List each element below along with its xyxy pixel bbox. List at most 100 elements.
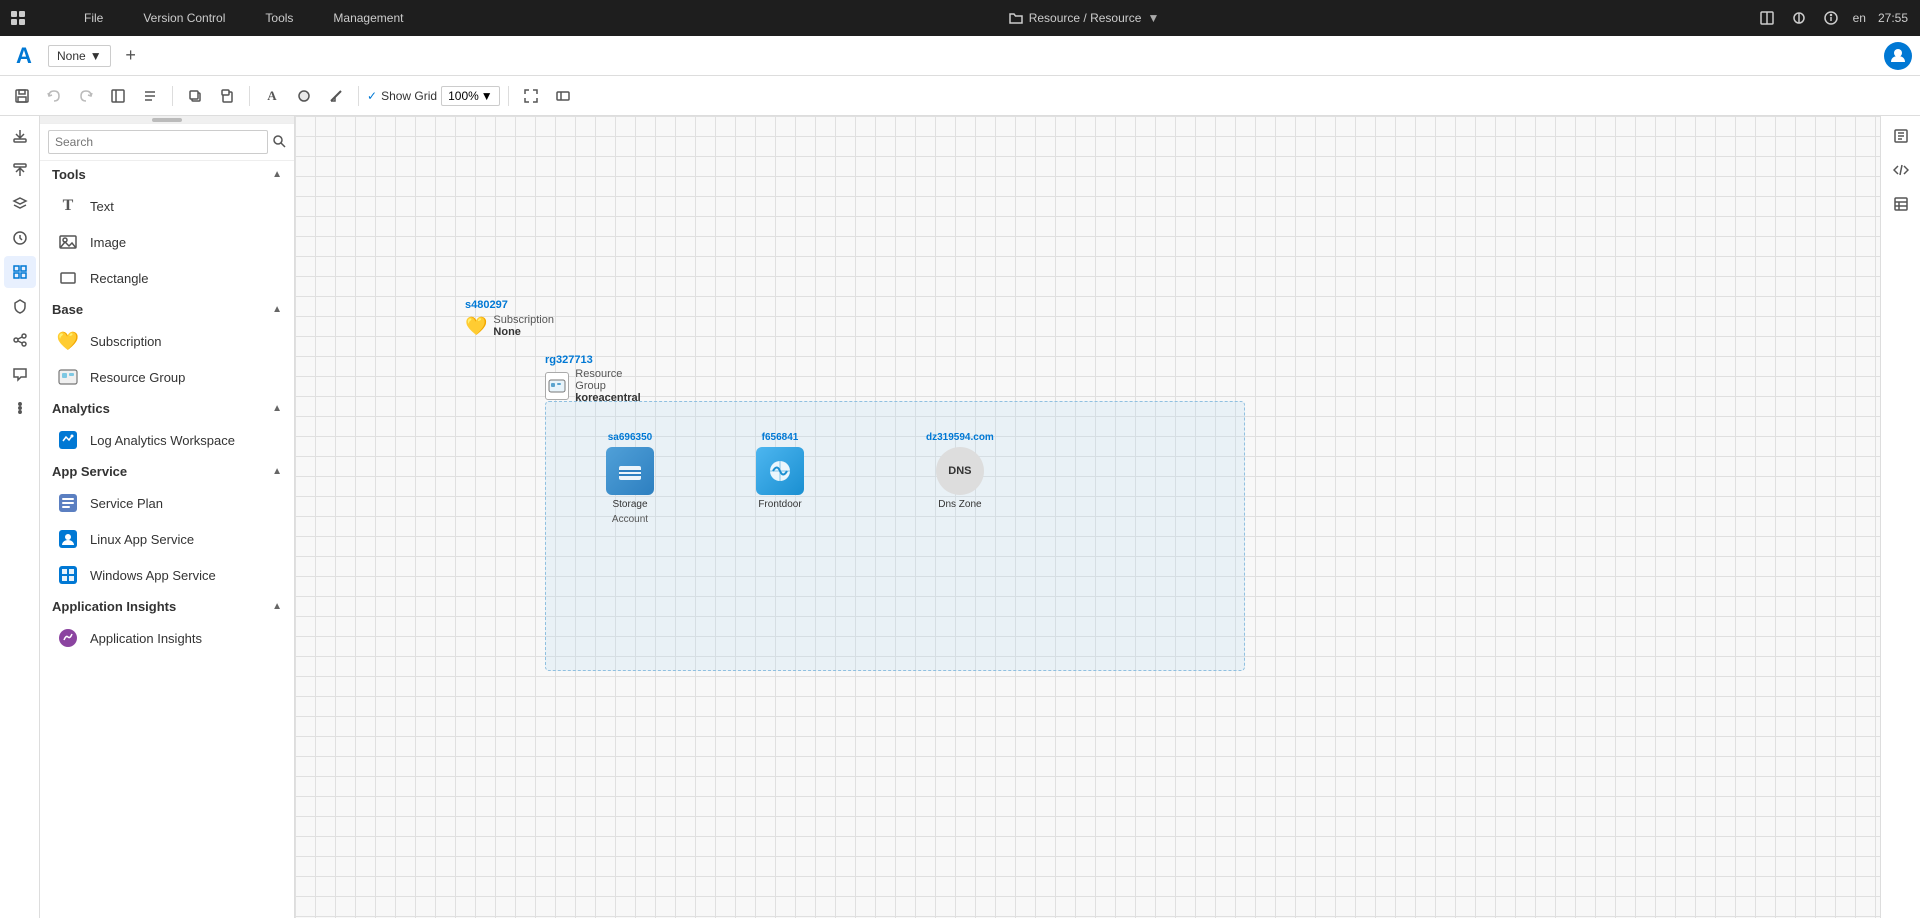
menu-file[interactable]: File [76,0,111,36]
layout-icon[interactable] [1757,8,1777,28]
separator-1 [172,86,173,106]
format-button[interactable] [136,82,164,110]
dropdown-chevron-icon: ▼ [90,49,102,63]
tool-log-analytics[interactable]: Log Analytics Workspace ⤢ [40,422,294,458]
show-grid-check-icon: ✓ [367,89,377,103]
history-icon-btn[interactable] [4,222,36,254]
info-icon[interactable] [1821,8,1841,28]
resource-group-container[interactable]: sa696350 Storage Account f656841 Fro [545,401,1245,671]
right-sidebar [1880,116,1920,918]
section-app-insights-header[interactable]: Application Insights ▲ [40,593,294,620]
rg-id-label[interactable]: rg327713 [545,351,593,366]
menu-management[interactable]: Management [325,0,411,36]
node-storage-account[interactable]: sa696350 Storage Account [606,432,654,525]
log-analytics-label: Log Analytics Workspace [90,433,235,448]
storage-id-label: sa696350 [608,432,653,443]
frontdoor-label: Frontdoor [758,499,801,510]
rectangle-label: Rectangle [90,271,149,286]
avatar-icon [1890,48,1906,64]
section-app-service-header[interactable]: App Service ▲ [40,458,294,485]
search-icon[interactable] [272,134,286,151]
redo-button[interactable] [72,82,100,110]
left-icon-sidebar [0,116,40,918]
canvas-area[interactable]: s480297 💛 Subscription None rg327713 [295,116,1880,918]
tools-panel: Tools ▲ T Text ★ Image ★ Re [40,116,295,918]
copy-style-button[interactable] [181,82,209,110]
zoom-value: 100% [448,89,479,103]
node-dns-zone[interactable]: dz319594.com DNS Dns Zone [926,432,994,510]
timer: 27:55 [1878,11,1908,25]
storage-icon [606,447,654,495]
app-bar: A None ▼ + [0,36,1920,76]
subscription-icon: 💛 [56,329,80,353]
section-analytics-label: Analytics [52,401,110,416]
rg-type-label: Resource Group [575,368,644,392]
add-diagram-button[interactable]: + [119,44,143,68]
log-analytics-icon [56,428,80,452]
separator-2 [249,86,250,106]
panel-scroll-area[interactable] [40,116,294,124]
section-app-service-label: App Service [52,464,127,479]
tool-windows-app[interactable]: Windows App Service ⤢ [40,557,294,593]
layers-icon-btn[interactable] [4,188,36,220]
security-icon-btn[interactable] [4,290,36,322]
section-tools-header[interactable]: Tools ▲ [40,161,294,188]
grid-icon-btn[interactable] [4,256,36,288]
more-icon-btn[interactable] [4,392,36,424]
separator-3 [358,86,359,106]
line-color-button[interactable] [322,82,350,110]
save-button[interactable] [8,82,36,110]
dropdown-value: None [57,49,86,63]
section-tools-label: Tools [52,167,86,182]
panel-toggle-button[interactable] [104,82,132,110]
tool-linux-app[interactable]: Linux App Service ⤢ [40,521,294,557]
linux-app-icon [56,527,80,551]
text-color-button[interactable]: A [258,82,286,110]
language-label[interactable]: en [1853,11,1866,25]
breadcrumb-chevron[interactable]: ▼ [1147,11,1159,25]
section-analytics-header[interactable]: Analytics ▲ [40,395,294,422]
paste-button[interactable] [213,82,241,110]
frontdoor-icon [756,447,804,495]
node-frontdoor[interactable]: f656841 Frontdoor [756,432,804,510]
menu-tools[interactable]: Tools [257,0,301,36]
app-insights-label: Application Insights [90,631,202,646]
fill-color-button[interactable] [290,82,318,110]
search-input[interactable] [48,130,268,154]
tool-app-insights[interactable]: Application Insights ⤢ [40,620,294,656]
tool-image[interactable]: Image ★ [40,224,294,260]
properties-icon-btn[interactable] [1885,120,1917,152]
tool-service-plan[interactable]: Service Plan □ [40,485,294,521]
tool-rectangle[interactable]: Rectangle ★ [40,260,294,296]
tool-subscription[interactable]: 💛 Subscription ⤢ [40,323,294,359]
section-base-header[interactable]: Base ▲ [40,296,294,323]
menu-version-control[interactable]: Version Control [135,0,233,36]
theme-icon[interactable] [1789,8,1809,28]
search-area [40,124,294,161]
share-icon-btn[interactable] [4,324,36,356]
dns-icon: DNS [936,447,984,495]
code-icon-btn[interactable] [1885,154,1917,186]
undo-button[interactable] [40,82,68,110]
breadcrumb-text: Resource / Resource [1029,11,1142,25]
show-grid-label-text: Show Grid [381,89,437,103]
tool-text[interactable]: T Text ★ [40,188,294,224]
zoom-selector[interactable]: 100% ▼ [441,86,500,106]
show-grid-toggle[interactable]: ✓ Show Grid [367,89,437,103]
tool-resource-group[interactable]: Resource Group ⤢ [40,359,294,395]
azure-logo-text: A [16,43,32,69]
table-icon-btn[interactable] [1885,188,1917,220]
fullscreen-button[interactable] [517,82,545,110]
text-label: Text [90,199,114,214]
diagram-dropdown[interactable]: None ▼ [48,45,111,67]
chat-icon-btn[interactable] [4,358,36,390]
user-avatar[interactable] [1884,42,1912,70]
import-icon-btn[interactable] [4,154,36,186]
windows-app-icon [56,563,80,587]
service-plan-label: Service Plan [90,496,163,511]
app-insights-icon [56,626,80,650]
export-icon-btn[interactable] [4,120,36,152]
service-plan-icon [56,491,80,515]
subscription-id-label[interactable]: s480297 [465,296,508,311]
fit-button[interactable] [549,82,577,110]
